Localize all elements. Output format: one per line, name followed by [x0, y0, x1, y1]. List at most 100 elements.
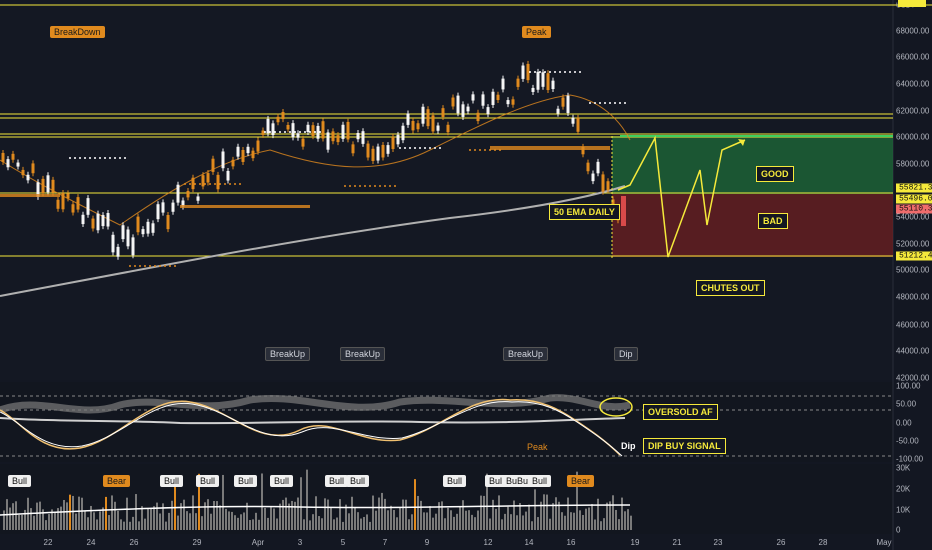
level-dot — [599, 102, 601, 104]
candle — [131, 237, 135, 256]
level-dot — [439, 147, 441, 149]
price-label: 51212.40 — [896, 251, 932, 261]
volume-bar — [546, 494, 548, 530]
volume-bar — [237, 517, 239, 530]
volume-bar — [87, 517, 89, 530]
candle — [586, 162, 590, 172]
volume-bar — [93, 512, 95, 530]
candle — [471, 94, 475, 101]
candle — [226, 170, 230, 181]
volume-bar — [30, 508, 32, 530]
oversold-annotation: OVERSOLD AF — [643, 404, 718, 420]
price-tick: 46000.00 — [896, 320, 930, 330]
volume-bar — [474, 517, 476, 530]
level-dot — [209, 183, 211, 185]
candle — [576, 117, 580, 132]
level-dot — [389, 185, 391, 187]
candle — [606, 181, 610, 191]
volume-bar — [510, 514, 512, 530]
candle — [341, 124, 345, 139]
candle — [516, 78, 520, 87]
candle — [136, 216, 140, 233]
volume-bar — [243, 512, 245, 530]
volume-bar — [522, 515, 524, 530]
level-dot — [184, 183, 186, 185]
level-bar — [0, 194, 60, 197]
candle — [436, 125, 440, 131]
volume-bar — [300, 477, 302, 530]
volume-axis[interactable]: 30K 20K 10K 0 — [892, 462, 932, 535]
level-dot — [359, 185, 361, 187]
candle — [206, 173, 210, 183]
level-dot — [534, 71, 536, 73]
level-dot — [309, 131, 311, 133]
level-dot — [354, 185, 356, 187]
candle — [531, 87, 535, 92]
volume-bar — [39, 501, 41, 530]
time-tick: 29 — [192, 538, 202, 547]
price-tick: 66000.00 — [896, 52, 930, 62]
oscillator-axis[interactable]: 100.00 50.00 0.00 -50.00 -100.00 — [892, 380, 932, 464]
level-dot — [349, 185, 351, 187]
candle — [246, 146, 250, 154]
price-tick: 64000.00 — [896, 79, 930, 89]
volume-bar — [339, 499, 341, 530]
volume-bar — [255, 512, 257, 530]
candle — [196, 196, 200, 201]
volume-bar — [549, 518, 551, 530]
volume-bar — [201, 516, 203, 530]
candle — [81, 214, 85, 225]
level-dot — [104, 157, 106, 159]
candle — [426, 109, 430, 127]
level-dot — [279, 131, 281, 133]
volume-bar — [411, 514, 413, 530]
candle — [26, 174, 30, 181]
candle — [446, 124, 450, 133]
level-dot — [579, 71, 581, 73]
candle — [71, 204, 75, 213]
volume-bar — [627, 509, 629, 530]
chart-canvas[interactable] — [0, 0, 932, 550]
volume-bar — [516, 515, 518, 530]
time-tick: 9 — [424, 538, 430, 547]
level-dot — [344, 185, 346, 187]
bad-annotation: BAD — [758, 213, 788, 229]
volume-bar — [399, 507, 401, 530]
volume-bar — [426, 512, 428, 530]
chutes-annotation: CHUTES OUT — [696, 280, 765, 296]
bull-tag: Bull — [325, 475, 349, 487]
candle — [301, 138, 305, 147]
volume-bar — [564, 515, 566, 530]
good-annotation: GOOD — [756, 166, 794, 182]
level-dot — [239, 183, 241, 185]
volume-bar — [33, 515, 35, 530]
volume-bar — [381, 492, 383, 530]
good-zone — [612, 136, 893, 194]
volume-bar — [279, 503, 281, 530]
candle — [176, 184, 180, 203]
volume-bar — [189, 513, 191, 530]
time-tick: 26 — [129, 538, 139, 547]
volume-bar — [408, 519, 410, 530]
volume-bar — [219, 505, 221, 530]
volume-bar — [96, 519, 98, 530]
level-dot — [149, 265, 151, 267]
volume-bar — [207, 499, 209, 530]
level-dot — [119, 157, 121, 159]
level-dot — [539, 71, 541, 73]
candle — [21, 169, 25, 176]
candle — [106, 213, 110, 227]
volume-bar — [72, 495, 74, 530]
candle — [76, 197, 80, 210]
level-dot — [229, 183, 231, 185]
time-tick: 12 — [483, 538, 493, 547]
volume-bar — [405, 499, 407, 530]
volume-bar — [312, 514, 314, 530]
volume-bar — [357, 512, 359, 530]
candle — [216, 174, 220, 190]
volume-bar — [144, 518, 146, 530]
level-dot — [284, 131, 286, 133]
level-dot — [369, 185, 371, 187]
candle — [451, 97, 455, 107]
volume-bar — [537, 517, 539, 530]
